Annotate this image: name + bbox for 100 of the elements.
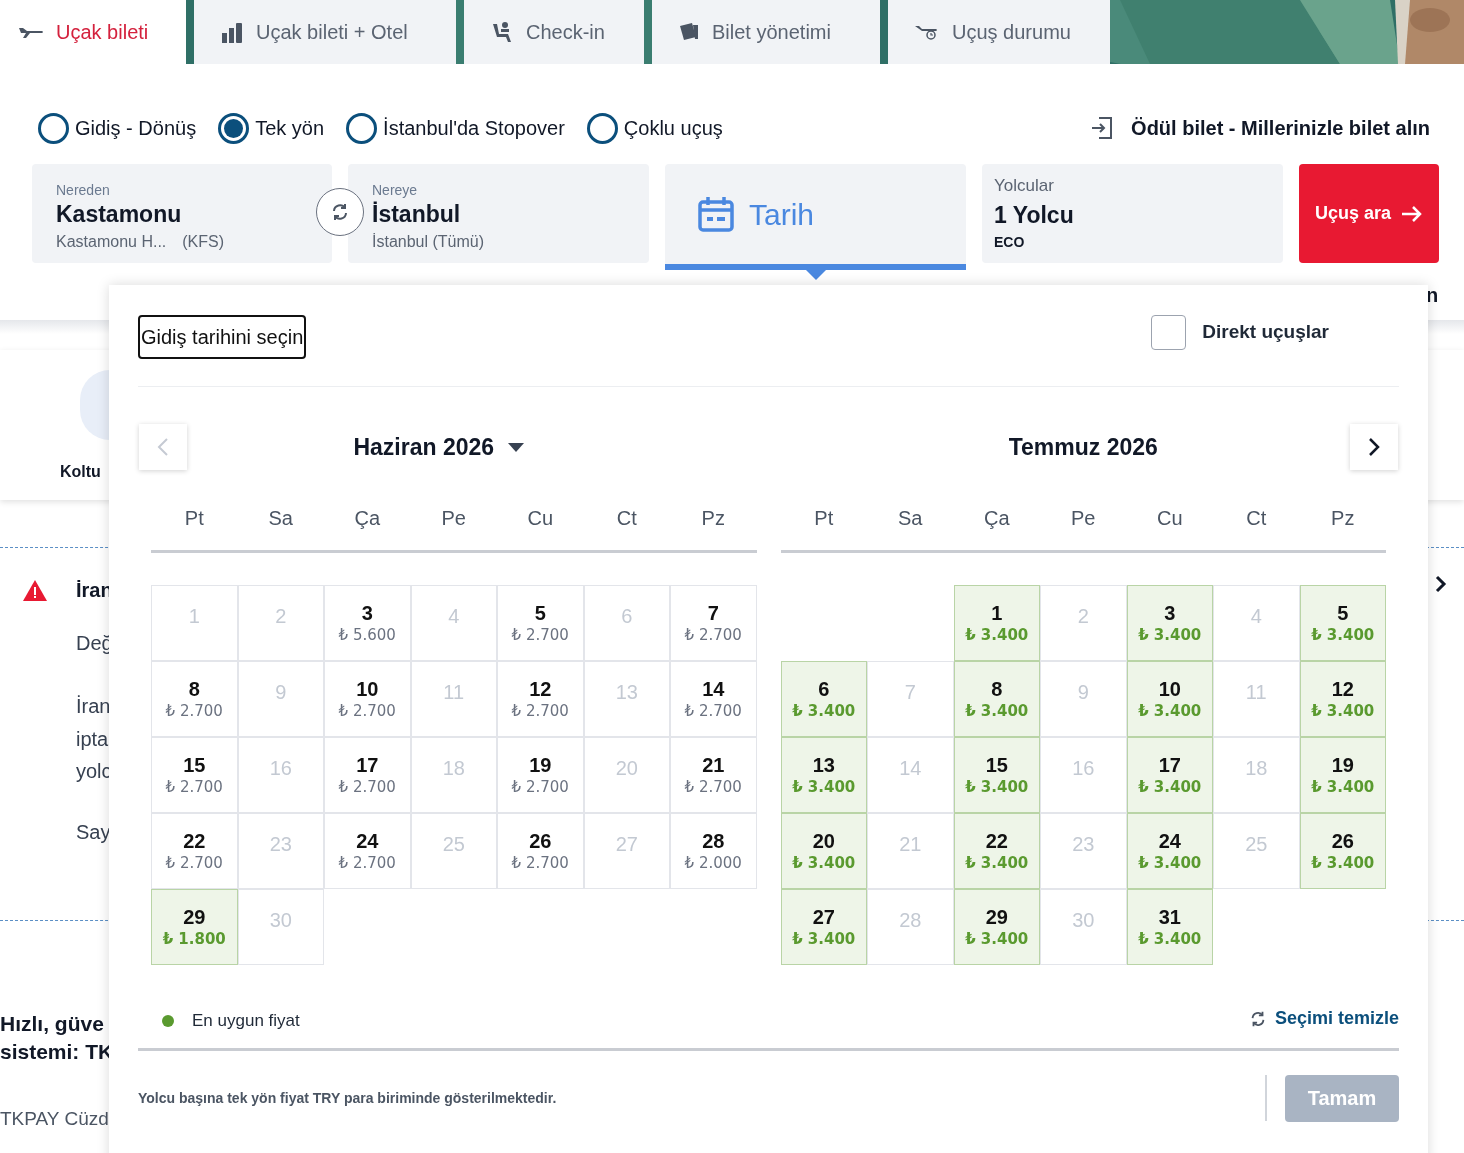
date-cell[interactable]: 5 ₺ 2.700 bbox=[497, 585, 584, 661]
date-cell[interactable]: 24 ₺ 2.700 bbox=[324, 813, 411, 889]
weekday-label: Ct bbox=[1245, 505, 1268, 531]
date-cell[interactable]: 17 ₺ 3.400 bbox=[1126, 737, 1213, 813]
date-cell[interactable]: 15 ₺ 2.700 bbox=[151, 737, 238, 813]
date-cell[interactable]: 5 ₺ 3.400 bbox=[1299, 585, 1386, 661]
date-cell[interactable]: 14 ₺ 2.700 bbox=[670, 661, 757, 737]
date-cell[interactable]: 3 ₺ 3.400 bbox=[1126, 585, 1213, 661]
tab[interactable]: Check-in bbox=[464, 0, 644, 64]
date-cell: 9 bbox=[1040, 661, 1127, 737]
date-cell: 2 bbox=[237, 585, 324, 661]
date-cell: 18 bbox=[1213, 737, 1300, 813]
notice-text: yolc bbox=[76, 759, 112, 784]
date-cell[interactable]: 13 ₺ 3.400 bbox=[780, 737, 867, 813]
date-cell[interactable]: 3 ₺ 5.600 bbox=[324, 585, 411, 661]
date-cell[interactable]: 29 ₺ 1.800 bbox=[151, 889, 238, 965]
promo-title: Hızlı, güve bbox=[0, 1011, 104, 1037]
month-dropdown[interactable]: Haziran 2026 bbox=[353, 429, 525, 465]
passengers-field[interactable]: Yolcular 1 Yolcu ECO bbox=[982, 164, 1283, 263]
date-cell[interactable]: 1 ₺ 3.400 bbox=[953, 585, 1040, 661]
date-cell[interactable]: 7 ₺ 2.700 bbox=[670, 585, 757, 661]
date-cell[interactable]: 21 ₺ 2.700 bbox=[670, 737, 757, 813]
buildings-icon bbox=[220, 21, 244, 43]
tab[interactable]: Bilet yönetimi bbox=[652, 0, 880, 64]
seat-icon bbox=[490, 20, 514, 44]
date-cell: 25 bbox=[410, 813, 497, 889]
weekday-label: Pe bbox=[1070, 505, 1097, 531]
date-cell[interactable]: 8 ₺ 2.700 bbox=[151, 661, 238, 737]
date-cell[interactable]: 6 ₺ 3.400 bbox=[780, 661, 867, 737]
chevron-right-icon[interactable] bbox=[1435, 575, 1447, 593]
date-cell: 21 bbox=[867, 813, 954, 889]
date-cell: 27 bbox=[583, 813, 670, 889]
date-cell: 6 bbox=[583, 585, 670, 661]
calendar-icon bbox=[697, 195, 735, 233]
date-cell[interactable]: 12 ₺ 2.700 bbox=[497, 661, 584, 737]
cheapest-price-legend: En uygun fiyat bbox=[162, 1007, 300, 1034]
notice-text: İran bbox=[76, 694, 111, 719]
direct-flights-checkbox[interactable]: Direkt uçuşlar bbox=[1151, 315, 1329, 350]
date-cell[interactable]: 22 ₺ 2.700 bbox=[151, 813, 238, 889]
weekday-label: Ça bbox=[353, 505, 382, 531]
weekday-label: Pe bbox=[440, 505, 467, 531]
date-cell: 16 bbox=[237, 737, 324, 813]
date-cell[interactable]: 20 ₺ 3.400 bbox=[780, 813, 867, 889]
date-cell[interactable]: 27 ₺ 3.400 bbox=[780, 889, 867, 965]
month-title: Temmuz 2026 bbox=[1008, 432, 1158, 462]
date-cell: 7 bbox=[867, 661, 954, 737]
date-cell[interactable]: 10 ₺ 2.700 bbox=[324, 661, 411, 737]
date-cell: 23 bbox=[1040, 813, 1127, 889]
date-cell: 11 bbox=[410, 661, 497, 737]
date-cell: 16 bbox=[1040, 737, 1127, 813]
award-ticket-link[interactable]: Ödül bilet - Millerinizle bilet alın bbox=[1089, 113, 1430, 143]
date-cell: 2 bbox=[1040, 585, 1127, 661]
radio-option[interactable]: İstanbul'da Stopover bbox=[346, 112, 565, 144]
date-cell[interactable]: 24 ₺ 3.400 bbox=[1126, 813, 1213, 889]
weekday-label: Sa bbox=[267, 505, 294, 531]
date-cell: 9 bbox=[237, 661, 324, 737]
weekday-label: Ça bbox=[982, 505, 1011, 531]
clear-selection-button[interactable]: Seçimi temizle bbox=[1248, 1005, 1399, 1032]
weekday-label: Cu bbox=[526, 505, 555, 531]
weekday-label: Ct bbox=[615, 505, 638, 531]
price-note: Yolcu başına tek yön fiyat TRY para biriminde gösterilmektedir. bbox=[138, 1088, 557, 1108]
date-cell[interactable]: 19 ₺ 2.700 bbox=[497, 737, 584, 813]
next-month-button[interactable] bbox=[1350, 424, 1398, 470]
date-cell[interactable]: 28 ₺ 2.000 bbox=[670, 813, 757, 889]
date-cell[interactable]: 12 ₺ 3.400 bbox=[1299, 661, 1386, 737]
radio-option[interactable]: Çoklu uçuş bbox=[586, 112, 723, 144]
date-cell: 23 bbox=[237, 813, 324, 889]
date-cell: 28 bbox=[867, 889, 954, 965]
date-cell: 25 bbox=[1213, 813, 1300, 889]
date-cell[interactable]: 26 ₺ 3.400 bbox=[1299, 813, 1386, 889]
date-cell: 14 bbox=[867, 737, 954, 813]
date-cell[interactable]: 15 ₺ 3.400 bbox=[953, 737, 1040, 813]
date-cell[interactable]: 29 ₺ 3.400 bbox=[953, 889, 1040, 965]
tab[interactable]: Uçuş durumu bbox=[888, 0, 1110, 64]
origin-field[interactable]: Nereden Kastamonu Kastamonu H... (KFS) bbox=[32, 164, 332, 263]
date-cell[interactable]: 31 ₺ 3.400 bbox=[1126, 889, 1213, 965]
date-cell: 30 bbox=[237, 889, 324, 965]
plane-clock-icon bbox=[914, 23, 940, 41]
date-cell[interactable]: 8 ₺ 3.400 bbox=[953, 661, 1040, 737]
search-flights-button[interactable]: Uçuş ara bbox=[1299, 164, 1439, 263]
date-cell: 20 bbox=[583, 737, 670, 813]
arrow-right-icon bbox=[1401, 204, 1423, 223]
tab[interactable]: Uçak bileti + Otel bbox=[194, 0, 456, 64]
date-cell[interactable]: 19 ₺ 3.400 bbox=[1299, 737, 1386, 813]
radio-option[interactable]: Gidiş - Dönüş bbox=[38, 112, 197, 144]
weekday-label: Sa bbox=[897, 505, 924, 531]
notice-text: ipta bbox=[76, 727, 109, 752]
tab[interactable]: Uçak bileti bbox=[0, 0, 186, 64]
date-cell[interactable]: 26 ₺ 2.700 bbox=[497, 813, 584, 889]
radio-option[interactable]: Tek yön bbox=[218, 112, 325, 144]
calendar-heading: Gidiş tarihini seçin bbox=[138, 315, 307, 359]
date-cell[interactable]: 17 ₺ 2.700 bbox=[324, 737, 411, 813]
arrows-cycle-icon bbox=[330, 202, 350, 222]
date-cell: 1 bbox=[151, 585, 238, 661]
date-cell[interactable]: 22 ₺ 3.400 bbox=[953, 813, 1040, 889]
date-cell: 13 bbox=[583, 661, 670, 737]
date-cell[interactable]: 10 ₺ 3.400 bbox=[1126, 661, 1213, 737]
chevron-right-icon bbox=[1368, 437, 1380, 457]
destination-field[interactable]: Nereye İstanbul İstanbul (Tümü) bbox=[348, 164, 649, 263]
warning-icon bbox=[23, 580, 47, 601]
